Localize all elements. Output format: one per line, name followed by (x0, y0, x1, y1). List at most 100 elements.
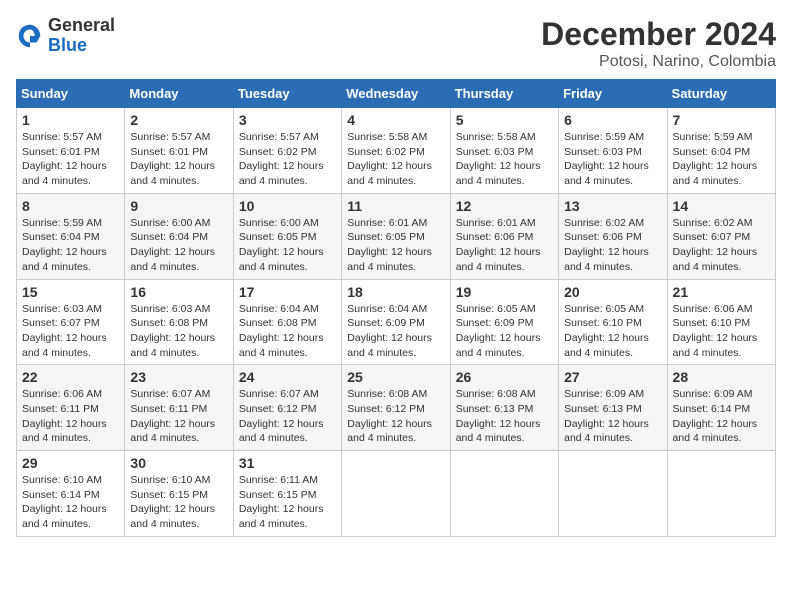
logo-icon (16, 22, 44, 50)
table-row: 19 Sunrise: 6:05 AMSunset: 6:09 PMDaylig… (450, 279, 558, 365)
day-info: Sunrise: 6:06 AMSunset: 6:10 PMDaylight:… (673, 303, 758, 359)
col-wednesday: Wednesday (342, 80, 450, 108)
table-row: 5 Sunrise: 5:58 AMSunset: 6:03 PMDayligh… (450, 108, 558, 194)
day-number: 27 (564, 369, 661, 385)
table-row (667, 451, 775, 537)
day-number: 29 (22, 455, 119, 471)
day-number: 10 (239, 198, 336, 214)
table-row: 12 Sunrise: 6:01 AMSunset: 6:06 PMDaylig… (450, 193, 558, 279)
col-monday: Monday (125, 80, 233, 108)
table-row: 17 Sunrise: 6:04 AMSunset: 6:08 PMDaylig… (233, 279, 341, 365)
table-row (342, 451, 450, 537)
col-friday: Friday (559, 80, 667, 108)
day-number: 8 (22, 198, 119, 214)
day-info: Sunrise: 6:02 AMSunset: 6:06 PMDaylight:… (564, 217, 649, 273)
day-number: 20 (564, 284, 661, 300)
day-number: 1 (22, 112, 119, 128)
day-info: Sunrise: 6:01 AMSunset: 6:06 PMDaylight:… (456, 217, 541, 273)
table-row: 18 Sunrise: 6:04 AMSunset: 6:09 PMDaylig… (342, 279, 450, 365)
day-info: Sunrise: 5:59 AMSunset: 6:03 PMDaylight:… (564, 131, 649, 187)
calendar-week-row: 15 Sunrise: 6:03 AMSunset: 6:07 PMDaylig… (17, 279, 776, 365)
calendar-header-row: Sunday Monday Tuesday Wednesday Thursday… (17, 80, 776, 108)
day-info: Sunrise: 6:10 AMSunset: 6:15 PMDaylight:… (130, 474, 215, 530)
day-number: 30 (130, 455, 227, 471)
day-info: Sunrise: 6:09 AMSunset: 6:14 PMDaylight:… (673, 388, 758, 444)
day-number: 19 (456, 284, 553, 300)
table-row: 13 Sunrise: 6:02 AMSunset: 6:06 PMDaylig… (559, 193, 667, 279)
day-info: Sunrise: 6:06 AMSunset: 6:11 PMDaylight:… (22, 388, 107, 444)
logo-blue-text: Blue (48, 35, 87, 55)
table-row: 4 Sunrise: 5:58 AMSunset: 6:02 PMDayligh… (342, 108, 450, 194)
day-info: Sunrise: 6:02 AMSunset: 6:07 PMDaylight:… (673, 217, 758, 273)
table-row: 16 Sunrise: 6:03 AMSunset: 6:08 PMDaylig… (125, 279, 233, 365)
day-info: Sunrise: 6:05 AMSunset: 6:09 PMDaylight:… (456, 303, 541, 359)
day-info: Sunrise: 6:03 AMSunset: 6:07 PMDaylight:… (22, 303, 107, 359)
day-info: Sunrise: 6:11 AMSunset: 6:15 PMDaylight:… (239, 474, 324, 530)
table-row: 2 Sunrise: 5:57 AMSunset: 6:01 PMDayligh… (125, 108, 233, 194)
day-number: 25 (347, 369, 444, 385)
day-info: Sunrise: 6:07 AMSunset: 6:12 PMDaylight:… (239, 388, 324, 444)
day-number: 11 (347, 198, 444, 214)
day-info: Sunrise: 6:04 AMSunset: 6:09 PMDaylight:… (347, 303, 432, 359)
table-row: 30 Sunrise: 6:10 AMSunset: 6:15 PMDaylig… (125, 451, 233, 537)
day-number: 6 (564, 112, 661, 128)
day-info: Sunrise: 5:59 AMSunset: 6:04 PMDaylight:… (22, 217, 107, 273)
table-row: 24 Sunrise: 6:07 AMSunset: 6:12 PMDaylig… (233, 365, 341, 451)
day-number: 18 (347, 284, 444, 300)
day-number: 15 (22, 284, 119, 300)
table-row: 3 Sunrise: 5:57 AMSunset: 6:02 PMDayligh… (233, 108, 341, 194)
day-info: Sunrise: 6:00 AMSunset: 6:05 PMDaylight:… (239, 217, 324, 273)
table-row: 14 Sunrise: 6:02 AMSunset: 6:07 PMDaylig… (667, 193, 775, 279)
day-info: Sunrise: 6:01 AMSunset: 6:05 PMDaylight:… (347, 217, 432, 273)
day-info: Sunrise: 6:05 AMSunset: 6:10 PMDaylight:… (564, 303, 649, 359)
day-info: Sunrise: 5:58 AMSunset: 6:02 PMDaylight:… (347, 131, 432, 187)
table-row: 10 Sunrise: 6:00 AMSunset: 6:05 PMDaylig… (233, 193, 341, 279)
title-area: December 2024 Potosi, Narino, Colombia (541, 16, 776, 71)
day-info: Sunrise: 6:04 AMSunset: 6:08 PMDaylight:… (239, 303, 324, 359)
table-row (559, 451, 667, 537)
day-info: Sunrise: 5:58 AMSunset: 6:03 PMDaylight:… (456, 131, 541, 187)
day-number: 22 (22, 369, 119, 385)
day-info: Sunrise: 5:57 AMSunset: 6:01 PMDaylight:… (22, 131, 107, 187)
table-row: 6 Sunrise: 5:59 AMSunset: 6:03 PMDayligh… (559, 108, 667, 194)
day-info: Sunrise: 6:08 AMSunset: 6:13 PMDaylight:… (456, 388, 541, 444)
day-number: 16 (130, 284, 227, 300)
table-row: 28 Sunrise: 6:09 AMSunset: 6:14 PMDaylig… (667, 365, 775, 451)
table-row: 1 Sunrise: 5:57 AMSunset: 6:01 PMDayligh… (17, 108, 125, 194)
header: General Blue December 2024 Potosi, Narin… (16, 16, 776, 71)
month-title: December 2024 (541, 16, 776, 53)
day-info: Sunrise: 5:57 AMSunset: 6:02 PMDaylight:… (239, 131, 324, 187)
table-row: 9 Sunrise: 6:00 AMSunset: 6:04 PMDayligh… (125, 193, 233, 279)
day-number: 23 (130, 369, 227, 385)
col-sunday: Sunday (17, 80, 125, 108)
table-row: 25 Sunrise: 6:08 AMSunset: 6:12 PMDaylig… (342, 365, 450, 451)
day-info: Sunrise: 5:59 AMSunset: 6:04 PMDaylight:… (673, 131, 758, 187)
day-number: 5 (456, 112, 553, 128)
day-number: 24 (239, 369, 336, 385)
day-number: 31 (239, 455, 336, 471)
day-info: Sunrise: 6:07 AMSunset: 6:11 PMDaylight:… (130, 388, 215, 444)
day-number: 14 (673, 198, 770, 214)
table-row: 11 Sunrise: 6:01 AMSunset: 6:05 PMDaylig… (342, 193, 450, 279)
table-row: 23 Sunrise: 6:07 AMSunset: 6:11 PMDaylig… (125, 365, 233, 451)
calendar: Sunday Monday Tuesday Wednesday Thursday… (16, 79, 776, 537)
calendar-week-row: 22 Sunrise: 6:06 AMSunset: 6:11 PMDaylig… (17, 365, 776, 451)
day-info: Sunrise: 6:09 AMSunset: 6:13 PMDaylight:… (564, 388, 649, 444)
col-saturday: Saturday (667, 80, 775, 108)
col-thursday: Thursday (450, 80, 558, 108)
day-number: 2 (130, 112, 227, 128)
day-info: Sunrise: 5:57 AMSunset: 6:01 PMDaylight:… (130, 131, 215, 187)
table-row: 29 Sunrise: 6:10 AMSunset: 6:14 PMDaylig… (17, 451, 125, 537)
logo-general-text: General (48, 15, 115, 35)
logo: General Blue (16, 16, 115, 56)
table-row (450, 451, 558, 537)
table-row: 15 Sunrise: 6:03 AMSunset: 6:07 PMDaylig… (17, 279, 125, 365)
table-row: 31 Sunrise: 6:11 AMSunset: 6:15 PMDaylig… (233, 451, 341, 537)
day-number: 7 (673, 112, 770, 128)
day-number: 21 (673, 284, 770, 300)
table-row: 20 Sunrise: 6:05 AMSunset: 6:10 PMDaylig… (559, 279, 667, 365)
calendar-week-row: 8 Sunrise: 5:59 AMSunset: 6:04 PMDayligh… (17, 193, 776, 279)
day-number: 3 (239, 112, 336, 128)
day-number: 26 (456, 369, 553, 385)
day-number: 13 (564, 198, 661, 214)
